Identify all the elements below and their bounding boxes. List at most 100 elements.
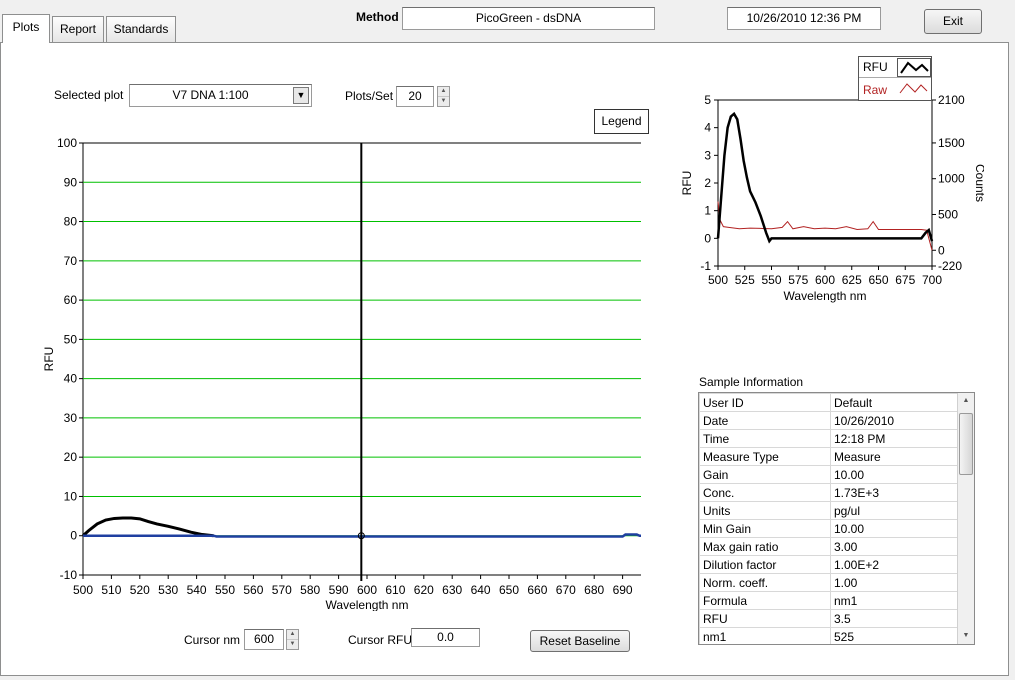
info-key: Units [699,501,831,520]
x-tick-label: 600 [357,583,377,597]
y-axis-label: RFU [42,347,56,372]
selected-plot-select[interactable]: V7 DNA 1:100 [129,84,312,107]
y-tick-label: 80 [64,215,78,229]
method-field[interactable]: PicoGreen - dsDNA [402,7,655,30]
y-tick-label: 70 [64,254,78,268]
x-tick-label: 530 [158,583,178,597]
legend-rfu-swatch [897,58,931,77]
y2-tick-label: -220 [938,259,962,273]
table-row[interactable]: Max gain ratio 3.00 [699,537,958,556]
table-row[interactable]: Date 10/26/2010 [699,411,958,430]
info-value: pg/ul [830,501,958,520]
table-row[interactable]: Time 12:18 PM [699,429,958,448]
table-row[interactable]: nm1 525 [699,627,958,644]
method-label: Method [356,10,399,24]
x-tick-label: 550 [761,273,781,287]
sample-info-scrollbar[interactable]: ▲ ▼ [957,393,974,644]
y-tick-label: 3 [704,148,711,162]
x-tick-label: 650 [499,583,519,597]
table-row[interactable]: Norm. coeff. 1.00 [699,573,958,592]
y-tick-label: 0 [70,529,77,543]
table-row[interactable]: Gain 10.00 [699,465,958,484]
table-row[interactable]: User ID Default [699,393,958,412]
sample-info-title: Sample Information [699,375,804,389]
plots-per-set-label: Plots/Set [345,89,394,103]
info-key: RFU [699,609,831,628]
info-key: Formula [699,591,831,610]
table-row[interactable]: Formula nm1 [699,591,958,610]
y2-axis-label: Counts [973,164,984,202]
reset-baseline-button[interactable]: Reset Baseline [530,630,630,652]
x-tick-label: 500 [708,273,728,287]
y-axis-label: RFU [680,171,694,196]
x-tick-label: 650 [868,273,888,287]
info-value: 10.00 [830,465,958,484]
x-tick-label: 640 [471,583,491,597]
x-tick-label: 570 [272,583,292,597]
x-tick-label: 510 [101,583,121,597]
sample-info-table: User ID Default Date 10/26/2010 Time 12:18 PM… [698,392,975,645]
info-value: 3.00 [830,537,958,556]
tab-standards[interactable]: Standards [106,16,176,42]
y-tick-label: -10 [60,568,78,582]
tab-plots[interactable]: Plots [2,14,50,43]
table-row[interactable]: Dilution factor 1.00E+2 [699,555,958,574]
cursor-nm-input[interactable]: 600 [244,629,284,650]
table-row[interactable]: Conc. 1.73E+3 [699,483,958,502]
info-value: 1.73E+3 [830,483,958,502]
x-tick-label: 630 [442,583,462,597]
main-spectrum-chart: -10 0 10 20 30 40 50 60 70 80 90 100 500 510 520 530 540… [42,136,641,611]
info-key: Norm. coeff. [699,573,831,592]
x-tick-label: 600 [815,273,835,287]
table-row[interactable]: Min Gain 10.00 [699,519,958,538]
info-key: Time [699,429,831,448]
exit-button[interactable]: Exit [924,9,982,34]
y-tick-label: 50 [64,332,78,346]
x-tick-label: 700 [922,273,942,287]
table-row[interactable]: RFU 3.5 [699,609,958,628]
y-tick-label: 0 [704,231,711,245]
cursor-nm-stepper[interactable]: ▲ ▼ [286,629,299,650]
chevron-down-icon[interactable]: ▼ [293,87,309,104]
x-tick-label: 575 [788,273,808,287]
y-tick-label: 40 [64,372,78,386]
x-tick-label: 580 [300,583,320,597]
y-tick-label: 1 [704,204,711,218]
x-tick-label: 690 [613,583,633,597]
x-tick-label: 560 [243,583,263,597]
cursor-rfu-label: Cursor RFU [348,633,413,647]
info-key: User ID [699,393,831,412]
info-key: nm1 [699,627,831,644]
x-tick-label: 520 [130,583,150,597]
info-key: Max gain ratio [699,537,831,556]
tab-report[interactable]: Report [52,16,104,42]
scrollbar-thumb[interactable] [959,413,973,475]
small-plot-area [717,99,933,267]
info-value: Measure [830,447,958,466]
datetime-display: 10/26/2010 12:36 PM [727,7,881,30]
x-tick-label: 675 [895,273,915,287]
x-tick-label: 670 [556,583,576,597]
scroll-up-icon[interactable]: ▲ [958,393,974,409]
plots-per-set-stepper[interactable]: ▲ ▼ [437,86,450,107]
info-value: Default [830,393,958,412]
info-value: 1.00 [830,573,958,592]
cursor-rfu-display: 0.0 [411,628,480,647]
info-key: Dilution factor [699,555,831,574]
y-tick-label: -1 [700,259,711,273]
x-tick-label: 525 [735,273,755,287]
x-axis-label: Wavelength nm [784,289,867,303]
legend-rfu-label: RFU [863,60,888,74]
info-value: 10.00 [830,519,958,538]
y-tick-label: 4 [704,121,711,135]
scroll-down-icon[interactable]: ▼ [958,628,974,644]
plots-per-set-input[interactable]: 20 [396,86,434,107]
y-tick-label: 5 [704,93,711,107]
table-row[interactable]: Units pg/ul [699,501,958,520]
y-tick-label: 2 [704,176,711,190]
info-value: 10/26/2010 [830,411,958,430]
x-tick-label: 660 [527,583,547,597]
table-row[interactable]: Measure Type Measure [699,447,958,466]
info-key: Gain [699,465,831,484]
y2-tick-label: 1500 [938,136,965,150]
